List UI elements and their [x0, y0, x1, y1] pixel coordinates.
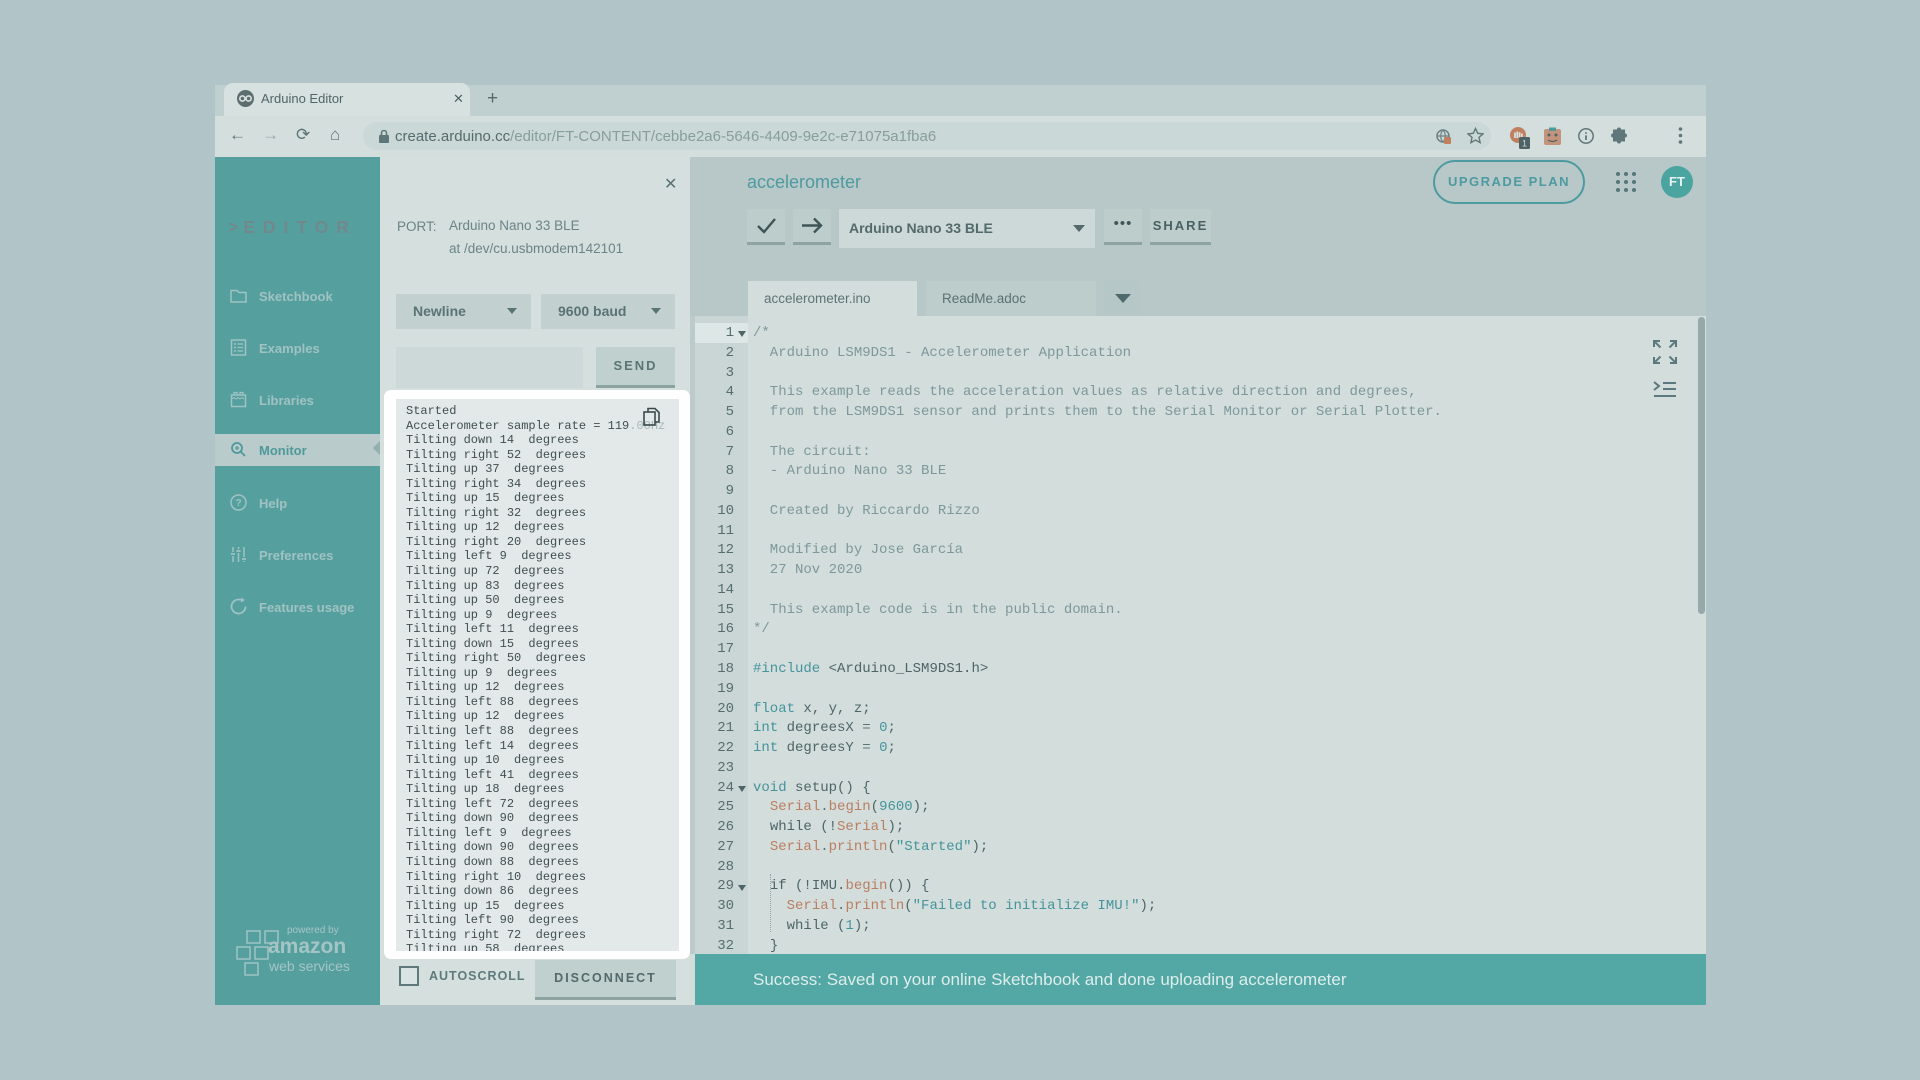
svg-text:1: 1 [1522, 139, 1527, 149]
svg-text:?: ? [235, 498, 241, 509]
